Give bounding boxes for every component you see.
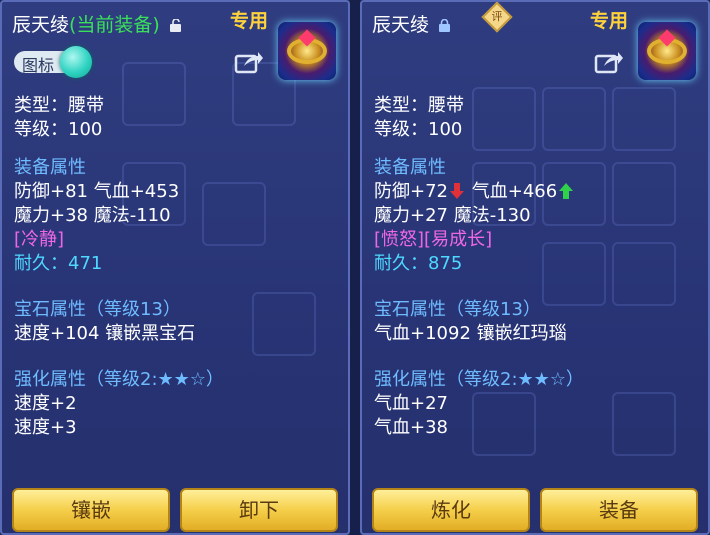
durability: 耐久：471 [14, 253, 103, 274]
current-equipped-label: (当前装备) [69, 14, 160, 36]
item-title: 辰天绫(当前装备) [12, 10, 181, 37]
equip-attr-line: 防御+72 气血+466 [374, 180, 584, 204]
hp-stat: 气血+466 [471, 181, 558, 202]
equipped-item-panel: 辰天绫(当前装备) 专用 图标 类型：腰带 等级：100 装备属性 防御+81 … [0, 0, 350, 535]
icon-toggle[interactable]: 图标 [14, 46, 94, 78]
stats-block: 类型：腰带 等级：100 装备属性 防御+72 气血+466 魔力+27 魔法-… [374, 94, 584, 440]
inlay-button[interactable]: 镶嵌 [12, 488, 170, 532]
icon-toggle-label: 图标 [22, 56, 55, 75]
equip-button[interactable]: 装备 [540, 488, 698, 532]
item-level: 等级：100 [374, 119, 463, 140]
equip-attr-line: 防御+81 气血+453 [14, 181, 180, 202]
unlock-icon[interactable] [169, 19, 181, 32]
enhance-attr-line: 速度+3 [14, 417, 77, 438]
special-effect: [冷静] [14, 229, 65, 250]
compare-item-panel: 辰天绫 评 专用 类型：腰带 等级：100 装备属性 防御+72 气血+466 … [360, 0, 710, 535]
item-type: 类型：腰带 [374, 95, 464, 116]
item-level: 等级：100 [14, 119, 103, 140]
belt-item-icon[interactable] [638, 22, 696, 80]
belt-item-icon[interactable] [278, 22, 336, 80]
refine-button[interactable]: 炼化 [372, 488, 530, 532]
defense-stat: 防御+72 [374, 181, 448, 202]
arrow-down-icon [450, 183, 464, 199]
gem-attr-line: 气血+1092 镶嵌红玛瑙 [374, 323, 567, 344]
rating-badge[interactable]: 评 [481, 2, 513, 33]
durability: 耐久：875 [374, 253, 463, 274]
gem-attr-header: 宝石属性（等级13） [14, 299, 181, 320]
enhance-attr-line: 气血+38 [374, 417, 448, 438]
equip-attr-header: 装备属性 [14, 157, 86, 178]
item-title: 辰天绫 [372, 10, 451, 37]
enhance-attr-header: 强化属性（等级2:★★☆） [374, 369, 584, 390]
enhance-attr-header: 强化属性（等级2:★★☆） [14, 369, 224, 390]
panel-divider [350, 0, 360, 535]
item-name: 辰天绫 [372, 14, 430, 36]
gem-attr-header: 宝石属性（等级13） [374, 299, 541, 320]
equip-attr-header: 装备属性 [374, 157, 446, 178]
share-icon[interactable] [234, 50, 264, 74]
arrow-up-icon [559, 183, 574, 199]
lock-icon[interactable] [439, 19, 451, 32]
exclusive-tag: 专用 [230, 10, 269, 32]
rating-badge-label: 评 [491, 10, 503, 23]
toggle-knob [60, 46, 92, 78]
item-type: 类型：腰带 [14, 95, 104, 116]
enhance-attr-line: 气血+27 [374, 393, 448, 414]
item-name: 辰天绫 [12, 14, 70, 36]
equip-attr-line: 魔力+27 魔法-130 [374, 205, 531, 226]
enhance-attr-line: 速度+2 [14, 393, 77, 414]
share-icon[interactable] [594, 50, 624, 74]
exclusive-tag: 专用 [590, 10, 629, 32]
special-effect: [愤怒][易成长] [374, 229, 493, 250]
gem-attr-line: 速度+104 镶嵌黑宝石 [14, 323, 196, 344]
stats-block: 类型：腰带 等级：100 装备属性 防御+81 气血+453 魔力+38 魔法-… [14, 94, 224, 440]
equip-attr-line: 魔力+38 魔法-110 [14, 205, 171, 226]
unequip-button[interactable]: 卸下 [180, 488, 338, 532]
